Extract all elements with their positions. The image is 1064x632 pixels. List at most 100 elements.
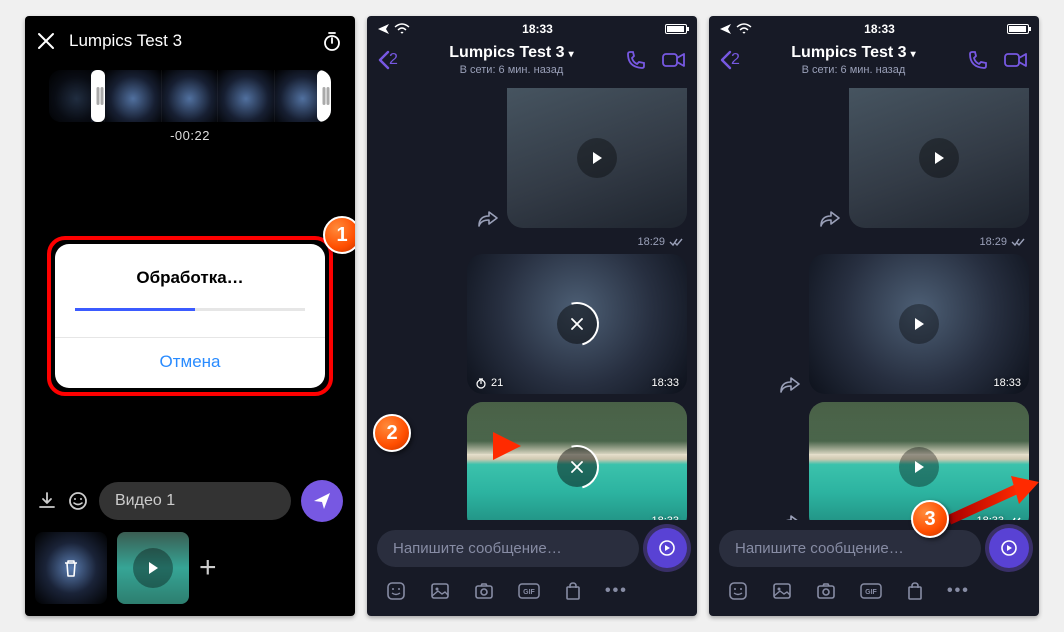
video-editor-screen: Lumpics Test 3 -00:22 Обработка… Отмена <box>25 16 355 616</box>
chat-title-block[interactable]: Lumpics Test 3 ▾ В сети: 6 мин. назад <box>398 44 625 76</box>
cancel-button[interactable]: Отмена <box>55 338 325 388</box>
editor-header: Lumpics Test 3 <box>25 16 355 62</box>
send-button[interactable] <box>301 480 343 522</box>
battery-icon <box>1007 24 1029 34</box>
sticker-panel-icon[interactable] <box>385 580 407 602</box>
wifi-icon <box>736 23 752 35</box>
video-message-2[interactable]: 18:33 <box>809 254 1029 394</box>
play-icon <box>577 138 617 178</box>
message-input[interactable]: Напишите сообщение… <box>719 530 981 567</box>
status-bar: 18:33 <box>709 16 1039 38</box>
back-count: 2 <box>389 51 398 69</box>
caption-input[interactable]: Видео 1 <box>99 482 291 520</box>
wifi-icon <box>394 23 410 35</box>
chat-header: 2 Lumpics Test 3 ▾ В сети: 6 мин. назад <box>367 38 697 84</box>
gallery-icon[interactable] <box>429 580 451 602</box>
status-time: 18:33 <box>522 22 553 36</box>
battery-icon <box>665 24 687 34</box>
back-count: 2 <box>731 51 740 69</box>
download-icon[interactable] <box>37 491 57 511</box>
delivered-check-icon <box>1011 237 1025 247</box>
forward-icon[interactable] <box>819 210 841 228</box>
video-message-2-uploading[interactable]: 21 18:33 <box>467 254 687 394</box>
message-timestamp: 18:29 <box>723 236 1025 248</box>
chat-subtitle: В сети: 6 мин. назад <box>740 64 967 76</box>
message-timestamp: 18:29 <box>381 236 683 248</box>
voice-call-icon[interactable] <box>625 49 647 71</box>
annotation-arrow-3 <box>941 474 1039 530</box>
chat-title: Lumpics Test 3 <box>449 44 564 61</box>
chat-title: Lumpics Test 3 <box>791 44 906 61</box>
status-bar: 18:33 <box>367 16 697 38</box>
video-call-icon[interactable] <box>661 49 687 71</box>
trash-icon[interactable] <box>60 557 82 579</box>
annotation-arrow-2 <box>403 426 523 466</box>
airplane-icon <box>377 23 391 35</box>
forward-icon[interactable] <box>779 376 801 394</box>
video-call-icon[interactable] <box>1003 49 1029 71</box>
voice-message-button[interactable] <box>989 528 1029 568</box>
voice-message-button[interactable] <box>647 528 687 568</box>
attachment-thumb-1[interactable] <box>35 532 107 604</box>
airplane-icon <box>719 23 733 35</box>
trim-duration: -00:22 <box>25 128 355 143</box>
video-message-1[interactable] <box>507 88 687 228</box>
add-attachment-button[interactable]: + <box>199 551 217 585</box>
annotation-marker-1: 1 <box>323 216 355 254</box>
chat-title-block[interactable]: Lumpics Test 3 ▾ В сети: 6 мин. назад <box>740 44 967 76</box>
editor-composer: Видео 1 <box>25 470 355 532</box>
timer-icon[interactable] <box>321 30 343 52</box>
chat-screen-sent: 18:33 2 Lumpics Test 3 ▾ В сети: 6 мин. н… <box>709 16 1039 616</box>
camera-icon[interactable] <box>473 580 495 602</box>
attachment-thumb-2[interactable] <box>117 532 189 604</box>
gif-icon[interactable]: GIF <box>859 581 883 601</box>
camera-icon[interactable] <box>815 580 837 602</box>
trim-handle-left[interactable] <box>91 70 105 122</box>
svg-text:GIF: GIF <box>865 589 877 596</box>
progress-bar <box>75 308 305 311</box>
svg-text:GIF: GIF <box>523 589 535 596</box>
chevron-down-icon: ▾ <box>911 49 916 60</box>
message-timestamp: 18:33 <box>651 515 679 520</box>
modal-title: Обработка… <box>55 268 325 288</box>
annotation-marker-3: 3 <box>911 500 949 538</box>
chat-composer: Напишите сообщение… GIF ••• <box>367 520 697 616</box>
editor-title: Lumpics Test 3 <box>69 31 182 51</box>
processing-modal: Обработка… Отмена <box>55 244 325 388</box>
video-duration-badge: 21 <box>475 377 503 389</box>
gallery-icon[interactable] <box>771 580 793 602</box>
play-icon <box>133 548 173 588</box>
forward-icon[interactable] <box>477 210 499 228</box>
cancel-upload-button[interactable] <box>557 304 597 344</box>
sticker-icon[interactable] <box>67 490 89 512</box>
sticker-panel-icon[interactable] <box>727 580 749 602</box>
close-icon[interactable] <box>37 32 55 50</box>
processing-modal-highlight: Обработка… Отмена <box>47 236 333 396</box>
more-icon[interactable]: ••• <box>605 582 628 600</box>
play-icon <box>899 447 939 487</box>
chat-composer: Напишите сообщение… GIF ••• <box>709 520 1039 616</box>
more-icon[interactable]: ••• <box>947 582 970 600</box>
status-time: 18:33 <box>864 22 895 36</box>
back-button[interactable]: 2 <box>719 50 740 70</box>
message-timestamp: 18:33 <box>651 377 679 389</box>
shop-icon[interactable] <box>905 580 925 602</box>
attachment-thumbnails: + <box>25 532 355 616</box>
video-trim-timeline[interactable] <box>49 70 331 122</box>
chat-screen-uploading: 18:33 2 Lumpics Test 3 ▾ В сети: 6 мин. н… <box>367 16 697 616</box>
video-message-1[interactable] <box>849 88 1029 228</box>
chat-subtitle: В сети: 6 мин. назад <box>398 64 625 76</box>
message-input[interactable]: Напишите сообщение… <box>377 530 639 567</box>
voice-call-icon[interactable] <box>967 49 989 71</box>
play-icon <box>899 304 939 344</box>
play-icon <box>919 138 959 178</box>
chevron-down-icon: ▾ <box>569 49 574 60</box>
shop-icon[interactable] <box>563 580 583 602</box>
delivered-check-icon <box>669 237 683 247</box>
gif-icon[interactable]: GIF <box>517 581 541 601</box>
trim-handle-right[interactable] <box>317 70 331 122</box>
messages-list[interactable]: 18:29 18:33 18:33 <box>709 84 1039 520</box>
cancel-upload-button[interactable] <box>557 447 597 487</box>
message-timestamp: 18:33 <box>993 377 1021 389</box>
back-button[interactable]: 2 <box>377 50 398 70</box>
